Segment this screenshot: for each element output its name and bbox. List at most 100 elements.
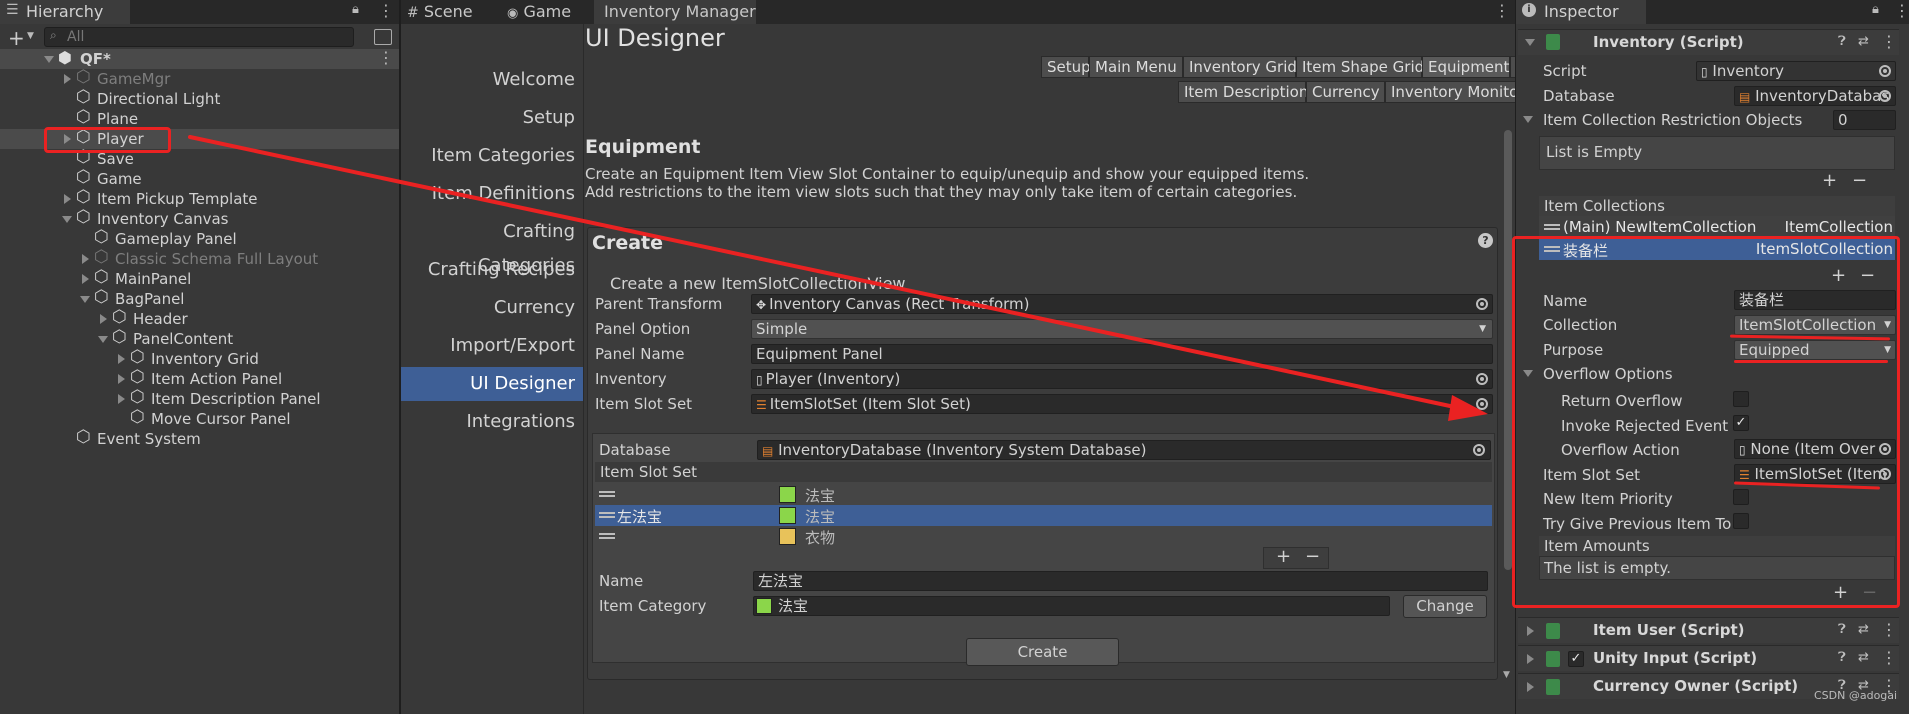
create-field-input[interactable]: Equipment Panel <box>751 344 1493 364</box>
collapse-arrow-icon[interactable] <box>62 216 72 223</box>
help-icon[interactable]: ❓︎ <box>1838 650 1846 665</box>
collapse-arrow-icon[interactable] <box>80 296 90 303</box>
component-menu-icon[interactable]: ⋮ <box>1881 32 1897 51</box>
drag-handle-icon[interactable] <box>599 491 615 497</box>
help-icon[interactable]: ❓︎ <box>1838 34 1846 49</box>
help-icon[interactable]: ? <box>1478 233 1493 248</box>
help-icon[interactable]: ❓︎ <box>1838 622 1846 637</box>
component-menu-icon[interactable]: ⋮ <box>1881 648 1897 667</box>
object-picker-icon[interactable] <box>1879 90 1891 102</box>
search-filter-icon[interactable] <box>374 29 392 45</box>
tab-game[interactable]: ◉ Game <box>501 0 591 24</box>
object-picker-icon[interactable] <box>1476 298 1488 310</box>
change-button[interactable]: Change <box>1403 595 1487 618</box>
inspector-menu-icon[interactable]: ⋮ <box>1894 1 1909 20</box>
expand-arrow-icon[interactable] <box>1527 654 1534 664</box>
designer-tab[interactable]: Item Shape Grid <box>1296 56 1424 78</box>
lock-icon[interactable]: 🔒︎ <box>352 2 359 17</box>
hierarchy-item[interactable]: ⬡ Event System <box>0 427 399 449</box>
designer-tab[interactable]: Equipment <box>1422 56 1510 78</box>
nav-item[interactable]: Integrations <box>401 405 583 439</box>
component-enabled-toggle[interactable]: ✓ <box>1568 651 1584 667</box>
add-icon[interactable]: + <box>8 26 25 50</box>
slot-row[interactable]: 衣物 <box>595 526 1492 547</box>
nav-item[interactable]: Item Definitions <box>401 177 583 211</box>
nav-item[interactable]: Item Categories <box>401 139 583 173</box>
create-field-input[interactable]: ▯ Player (Inventory) <box>751 369 1493 389</box>
expand-arrow-icon[interactable] <box>1527 626 1534 636</box>
expand-arrow-icon[interactable] <box>64 74 71 84</box>
drag-handle-icon[interactable] <box>599 533 615 539</box>
scroll-down-icon[interactable]: ▼ <box>1503 670 1510 680</box>
create-field-input[interactable]: ✥ Inventory Canvas (Rect Transform) <box>751 294 1493 314</box>
expand-arrow-icon[interactable] <box>82 274 89 284</box>
database-field[interactable]: ▤ InventoryDatabase (Inventory System Da… <box>757 440 1491 460</box>
expand-arrow-icon[interactable] <box>118 394 125 404</box>
hierarchy-item[interactable]: ⬡ MainPanel <box>0 267 399 289</box>
inventory-component-header[interactable]: Inventory (Script) ❓︎ ⇄ ⋮ <box>1518 29 1899 55</box>
designer-tab[interactable]: Main Menu <box>1089 56 1183 78</box>
hierarchy-search-input[interactable]: ⌕ All <box>44 27 354 47</box>
nav-item[interactable]: Welcome <box>401 63 583 97</box>
scene-root-row[interactable]: ⬢ QF* ⋮ <box>0 48 400 69</box>
designer-tab[interactable]: Item Description <box>1178 81 1308 103</box>
inspector-database-field[interactable]: ▤ InventoryDatabas <box>1734 86 1896 106</box>
hierarchy-item[interactable]: ⬡ Classic Schema Full Layout <box>0 247 399 269</box>
scene-menu-icon[interactable]: ⋮ <box>378 48 394 67</box>
create-field-input[interactable]: ☰ ItemSlotSet (Item Slot Set) <box>751 394 1493 414</box>
slot-row[interactable]: 法宝 <box>595 484 1492 505</box>
collection-row[interactable]: (Main) NewItemCollection ItemCollection <box>1539 216 1895 238</box>
object-picker-icon[interactable] <box>1473 444 1485 456</box>
panel-option-dropdown[interactable]: Simple ▼ <box>751 319 1493 339</box>
drag-handle-icon[interactable] <box>599 512 615 518</box>
tab-scene[interactable]: # Scene <box>401 0 495 24</box>
component-menu-icon[interactable]: ⋮ <box>1881 620 1897 639</box>
slot-name-input[interactable]: 左法宝 <box>753 571 1488 591</box>
expand-arrow-icon[interactable] <box>100 314 107 324</box>
hierarchy-item[interactable]: ⬡ Header <box>0 307 399 329</box>
expand-arrow-icon[interactable] <box>82 254 89 264</box>
designer-tab[interactable]: Inventory Grid <box>1183 56 1297 78</box>
chevron-down-icon[interactable]: ▼ <box>27 31 34 41</box>
drag-handle-icon[interactable] <box>1544 224 1560 230</box>
hierarchy-item[interactable]: ⬡ Gameplay Panel <box>0 227 399 249</box>
designer-tab[interactable]: Setup <box>1041 56 1091 78</box>
slot-row[interactable]: 左法宝 法宝 <box>595 505 1492 526</box>
hierarchy-item[interactable]: ⬡ GameMgr <box>0 67 399 89</box>
object-picker-icon[interactable] <box>1476 373 1488 385</box>
script-field[interactable]: ▯ Inventory <box>1696 61 1896 81</box>
hierarchy-item[interactable]: ⬡ PanelContent <box>0 327 399 349</box>
center-menu-icon[interactable]: ⋮ <box>1494 1 1510 20</box>
nav-item[interactable]: UI Designer <box>401 367 583 401</box>
component-header[interactable]: Item User (Script) ❓︎ ⇄ ⋮ <box>1518 617 1899 643</box>
designer-tab[interactable]: Currency <box>1306 81 1385 103</box>
preset-icon[interactable]: ⇄ <box>1858 622 1869 637</box>
add-slot-button[interactable]: + <box>1276 546 1291 567</box>
item-category-field[interactable]: 法宝 <box>753 596 1390 616</box>
hierarchy-item[interactable]: ⬡ Item Description Panel <box>0 387 399 409</box>
designer-tab[interactable]: Inventory Monitor <box>1385 81 1524 103</box>
preset-icon[interactable]: ⇄ <box>1858 34 1869 49</box>
hierarchy-tab[interactable]: ☰ Hierarchy <box>0 0 130 24</box>
object-picker-icon[interactable] <box>1879 65 1891 77</box>
nav-item[interactable]: Setup <box>401 101 583 135</box>
collapse-arrow-icon[interactable] <box>1523 116 1533 123</box>
nav-item[interactable]: Crafting Recipes <box>401 253 583 287</box>
hierarchy-item[interactable]: ⬡ BagPanel <box>0 287 399 309</box>
hierarchy-item[interactable]: ⬡ Move Cursor Panel <box>0 407 399 429</box>
hierarchy-item[interactable]: ⬡ Inventory Grid <box>0 347 399 369</box>
nav-item[interactable]: Import/Export <box>401 329 583 363</box>
inspector-tab[interactable]: i Inspector <box>1516 0 1646 24</box>
hierarchy-item[interactable]: ⬡ Item Pickup Template <box>0 187 399 209</box>
collapse-arrow-icon[interactable] <box>98 336 108 343</box>
expand-arrow-icon[interactable] <box>118 354 125 364</box>
add-restriction-button[interactable]: + <box>1822 170 1837 191</box>
inspector-scrollbar[interactable] <box>1504 130 1512 570</box>
remove-restriction-button[interactable]: − <box>1852 170 1867 191</box>
preset-icon[interactable]: ⇄ <box>1858 650 1869 665</box>
inspector-lock-icon[interactable]: 🔒︎ <box>1872 2 1879 17</box>
collapse-arrow-icon[interactable] <box>1525 39 1535 46</box>
expand-arrow-icon[interactable] <box>64 194 71 204</box>
hierarchy-item[interactable]: ⬡ Item Action Panel <box>0 367 399 389</box>
expand-arrow-icon[interactable] <box>118 374 125 384</box>
